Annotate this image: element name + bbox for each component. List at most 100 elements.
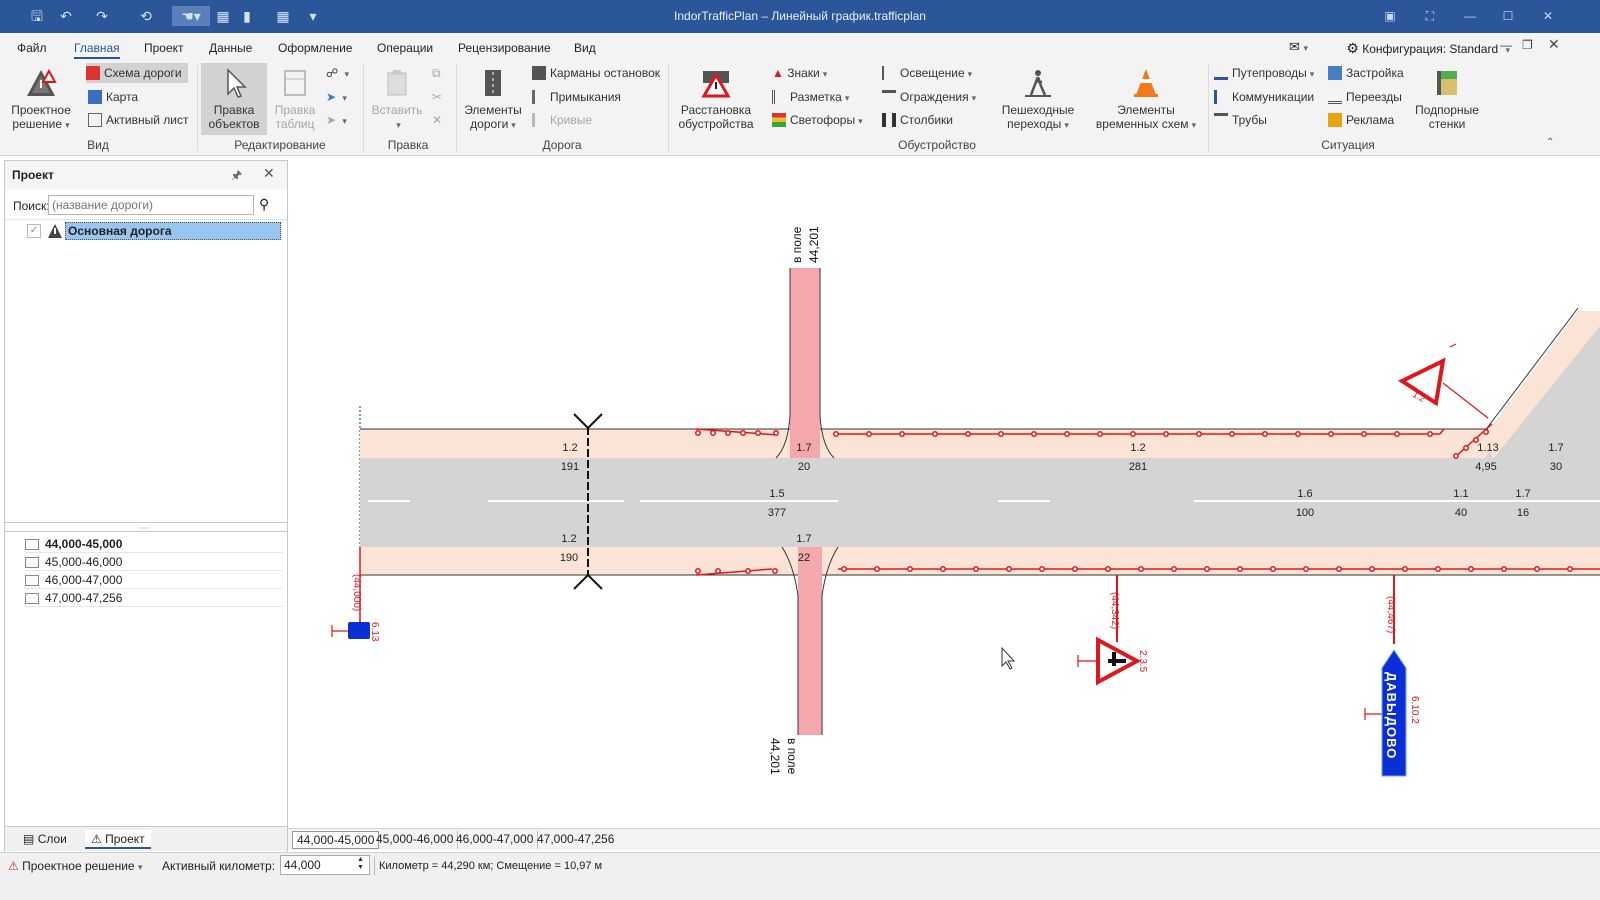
title-bar: 🖫 ↶ ↷ ⟲ ☚▾ ▦ ▮ ▦ ▾ IndorTrafficPlan – Ли… <box>0 0 1600 33</box>
close-icon[interactable]: ✕ <box>263 165 275 182</box>
pin-icon[interactable]: 🖈 <box>231 166 242 187</box>
sheet-tab[interactable]: 46,000-47,000 <box>452 831 539 849</box>
tab-file[interactable]: Файл <box>17 41 47 55</box>
solution-selector[interactable]: ⚠ Проектное решение ▾ <box>8 859 142 873</box>
placement-button[interactable]: Расстановка обустройства <box>674 63 758 131</box>
buildings-button[interactable]: Застройка <box>1328 63 1404 83</box>
fence-post <box>1163 431 1169 437</box>
retaining-walls-button[interactable]: Подпорные стенки <box>1410 63 1484 131</box>
collapse-ribbon-icon[interactable]: ⌃ <box>1546 137 1554 148</box>
copy-icon[interactable]: ⧉ <box>432 63 441 83</box>
restore-icon[interactable]: ▣ <box>1376 6 1404 26</box>
tab-layers[interactable]: ▤ Слои <box>17 830 73 849</box>
list-item[interactable]: 44,000-45,000 <box>25 535 283 553</box>
km-spinner[interactable]: ▲ ▼ <box>352 856 369 874</box>
tab-project[interactable]: Проект <box>144 41 184 55</box>
fullscreen-icon[interactable]: ⛶ <box>1416 6 1444 26</box>
mail-icon[interactable]: ✉ ▾ <box>1289 39 1308 55</box>
maximize-icon[interactable]: ☐ <box>1494 6 1522 26</box>
tab-operations[interactable]: Операции <box>377 41 433 55</box>
traffic-lights-button[interactable]: Светофоры ▾ <box>772 110 863 130</box>
junctions-button[interactable]: Примыкания <box>532 87 621 107</box>
overpasses-button[interactable]: Путепроводы ▾ <box>1214 63 1314 83</box>
tab-review[interactable]: Рецензирование <box>458 41 551 55</box>
lighting-button[interactable]: Освещение ▾ <box>882 63 972 83</box>
mdi-restore-icon[interactable]: ❐ <box>1522 38 1533 52</box>
config-label: Конфигурация: Standard <box>1362 42 1499 56</box>
road-scheme-canvas[interactable]: 1.2 191 1.7 20 1.2 281 1.13 4,95 1.7 30 … <box>288 156 1600 828</box>
posts-button[interactable]: Столбики <box>882 110 953 130</box>
move-tool-icon[interactable]: ➤ ▾ <box>326 87 347 107</box>
delete-icon[interactable]: ✕ <box>432 110 442 130</box>
road-scheme-button[interactable]: Схема дороги <box>86 63 188 83</box>
cursor-position-info: Километр = 44,290 км; Смещение = 10,97 м <box>379 860 603 872</box>
tab-view[interactable]: Вид <box>574 41 596 55</box>
sheet-tab[interactable]: 45,000-46,000 <box>372 831 459 849</box>
list-item[interactable]: 45,000-46,000 <box>25 553 283 571</box>
fence-post <box>1328 431 1334 437</box>
label-line-code: 1.5 <box>769 488 784 500</box>
marking-button[interactable]: Разметка ▾ <box>772 87 849 107</box>
tree-checkbox[interactable]: ✓ <box>27 224 41 238</box>
minimize-icon[interactable]: — <box>1456 6 1484 26</box>
config-selector[interactable]: ⚙ Конфигурация: Standard ▾ <box>1346 40 1510 57</box>
fence-post <box>841 566 847 572</box>
rotate-tool-icon[interactable]: ➤ ▾ <box>326 110 347 130</box>
insert-button[interactable]: Вставить ▾ <box>368 63 426 132</box>
road-icon <box>485 70 501 96</box>
signs-button[interactable]: ▲ Знаки ▾ <box>772 63 827 83</box>
sign-direction[interactable]: ДАВЫДОВО (44,467) 6.10.2 <box>1364 575 1420 777</box>
search-input[interactable] <box>48 195 254 215</box>
cut-icon[interactable]: ✂ <box>432 87 442 107</box>
bus-stops-button[interactable]: Карманы остановок <box>532 63 660 83</box>
utilities-button[interactable]: Коммуникации <box>1214 87 1314 107</box>
tab-data[interactable]: Данные <box>209 41 252 55</box>
tab-home[interactable]: Главная <box>74 41 120 59</box>
mdi-minimize-icon[interactable]: — <box>1500 38 1512 52</box>
edit-tables-button[interactable]: Правка таблиц <box>269 63 321 131</box>
rail-crossings-button[interactable]: Переезды <box>1328 87 1402 107</box>
temp-schemes-button[interactable]: Элементы временных схем ▾ <box>1090 63 1202 132</box>
label-length: 190 <box>560 552 578 564</box>
warning-sign-icon: ⚠ <box>91 832 102 846</box>
panel-header: Проект 🖈 ✕ <box>5 161 287 189</box>
fences-button[interactable]: Ограждения ▾ <box>882 87 976 107</box>
fence-post <box>740 430 746 436</box>
sign-warning-top[interactable]: 1.2 <box>1397 343 1489 419</box>
fence-post <box>1064 431 1070 437</box>
label-line-code: 1.1 <box>1453 488 1468 500</box>
ads-button[interactable]: Реклама <box>1328 110 1394 130</box>
menu-bar: Файл Главная Проект Данные Оформление Оп… <box>0 33 1600 61</box>
fence-post <box>1435 566 1441 572</box>
pipes-button[interactable]: Трубы <box>1214 110 1267 130</box>
sign-km-label: (44,467) <box>1385 596 1396 633</box>
sign-junction[interactable]: (44,342) 2.3.5 <box>1077 575 1148 686</box>
tree-item-main-road[interactable]: ✓ Основная дорога <box>5 222 285 240</box>
active-sheet-button[interactable]: Активный лист <box>88 110 188 130</box>
map-button[interactable]: Карта <box>88 87 138 107</box>
binoculars-icon[interactable]: ⚲ <box>259 196 269 213</box>
fence-post <box>998 431 1004 437</box>
mdi-close-icon[interactable]: ✕ <box>1548 36 1560 53</box>
tab-project-panel[interactable]: ⚠ Проект <box>85 830 151 849</box>
sheet-tab[interactable]: 47,000-47,256 <box>533 831 618 849</box>
fence-post <box>1138 566 1144 572</box>
fence-post <box>866 431 872 437</box>
fence-post <box>1468 566 1474 572</box>
curves-button[interactable]: Кривые <box>532 110 592 130</box>
close-icon[interactable]: ✕ <box>1534 6 1562 26</box>
mouse-cursor-icon <box>1001 646 1016 670</box>
project-solution-button[interactable]: Проектное решение ▾ <box>4 63 78 132</box>
label-length: 4,95 <box>1475 461 1496 473</box>
list-item[interactable]: 46,000-47,000 <box>25 571 283 589</box>
road-elements-button[interactable]: Элементы дороги ▾ <box>462 63 524 132</box>
list-item[interactable]: 47,000-47,256 <box>25 589 283 607</box>
crossings-button[interactable]: Пешеходные переходы ▾ <box>998 63 1078 132</box>
edit-objects-button[interactable]: Правка объектов <box>201 63 267 135</box>
fence-post <box>1262 431 1268 437</box>
tab-design[interactable]: Оформление <box>278 41 352 55</box>
select-tool-icon[interactable]: ☍ ▾ <box>326 63 349 83</box>
sheet-tab[interactable]: 44,000-45,000 <box>292 831 380 849</box>
road-scheme-drawing[interactable]: 1.2 191 1.7 20 1.2 281 1.13 4,95 1.7 30 … <box>288 156 1600 828</box>
km-sign-plate <box>348 622 370 639</box>
